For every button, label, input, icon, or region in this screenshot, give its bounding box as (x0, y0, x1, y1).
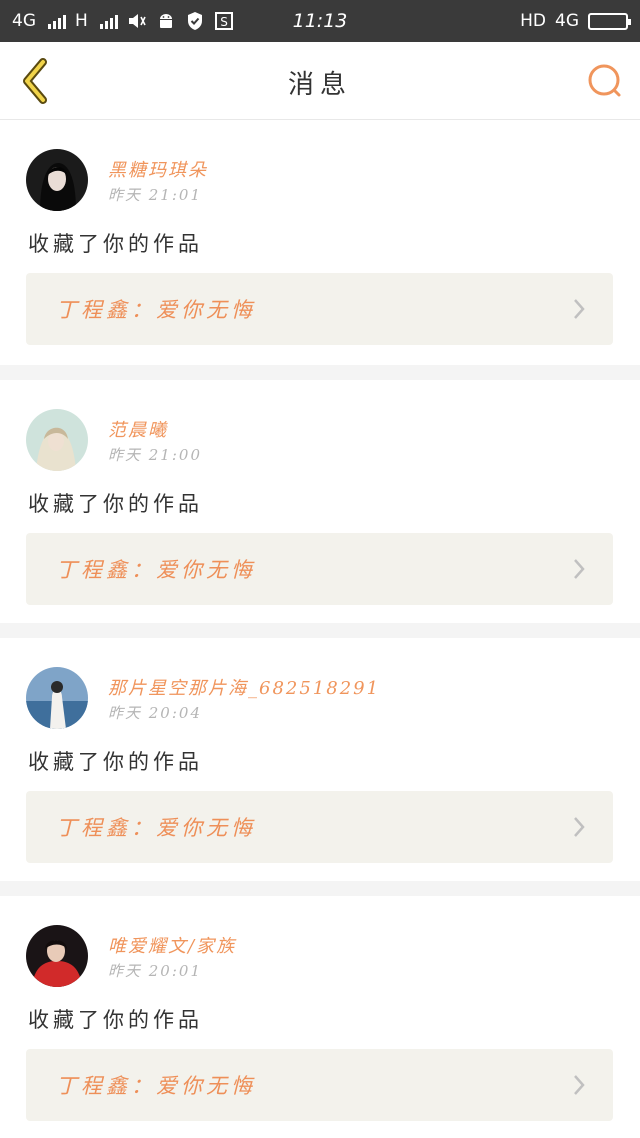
message-time: 昨天 20:04 (108, 704, 202, 722)
action-text: 收藏了你的作品 (28, 1008, 203, 1032)
battery-icon (588, 12, 631, 30)
message-time: 昨天 21:01 (108, 186, 202, 204)
status-left: 4G H S (12, 11, 234, 31)
action-text: 收藏了你的作品 (28, 750, 203, 774)
avatar[interactable] (26, 149, 88, 211)
work-link[interactable]: 丁程鑫：爱你无悔 (26, 273, 613, 345)
page-title: 消息 (287, 70, 352, 100)
action-text: 收藏了你的作品 (28, 492, 203, 516)
chevron-left-icon (23, 58, 47, 104)
android-icon (156, 11, 176, 31)
chevron-right-icon (571, 815, 587, 839)
message-time: 昨天 20:01 (108, 962, 202, 980)
avatar[interactable] (26, 667, 88, 729)
app-header: 消息 (0, 42, 640, 120)
network-4g-right-label: 4G (555, 11, 579, 31)
action-text: 收藏了你的作品 (28, 232, 203, 256)
search-icon (588, 64, 621, 97)
message-time: 昨天 21:00 (108, 446, 202, 464)
chevron-right-icon (571, 557, 587, 581)
back-button[interactable] (14, 56, 58, 106)
work-title: 丁程鑫：爱你无悔 (56, 558, 256, 582)
message-list: 黑糖玛琪朵 昨天 21:01 收藏了你的作品 丁程鑫：爱你无悔 范晨曦 昨天 2… (0, 120, 640, 1138)
message-card: 范晨曦 昨天 21:00 收藏了你的作品 丁程鑫：爱你无悔 (0, 380, 640, 623)
message-card: 唯爱耀文/家族 昨天 20:01 收藏了你的作品 丁程鑫：爱你无悔 (0, 896, 640, 1138)
message-card: 那片星空那片海_682518291 昨天 20:04 收藏了你的作品 丁程鑫：爱… (0, 638, 640, 881)
work-title: 丁程鑫：爱你无悔 (56, 298, 256, 322)
username[interactable]: 那片星空那片海_682518291 (108, 674, 380, 700)
avatar[interactable] (26, 925, 88, 987)
username[interactable]: 黑糖玛琪朵 (108, 156, 208, 182)
search-button[interactable] (584, 60, 626, 102)
status-bar: 4G H S 11:13 HD 4G (0, 0, 640, 42)
status-right: HD 4G (520, 11, 631, 31)
chevron-right-icon (571, 297, 587, 321)
signal-icon-2 (99, 13, 118, 29)
message-card: 黑糖玛琪朵 昨天 21:01 收藏了你的作品 丁程鑫：爱你无悔 (0, 120, 640, 365)
username[interactable]: 唯爱耀文/家族 (108, 932, 236, 958)
work-link[interactable]: 丁程鑫：爱你无悔 (26, 533, 613, 605)
work-title: 丁程鑫：爱你无悔 (56, 1074, 256, 1098)
avatar[interactable] (26, 409, 88, 471)
username[interactable]: 范晨曦 (108, 416, 168, 442)
mute-icon (127, 11, 147, 31)
signal-icon (48, 13, 66, 29)
svg-text:S: S (220, 15, 228, 29)
work-link[interactable]: 丁程鑫：爱你无悔 (26, 1049, 613, 1121)
s-badge-icon: S (214, 11, 234, 31)
network-h-label: H (75, 11, 88, 31)
chevron-right-icon (571, 1073, 587, 1097)
hd-label: HD (520, 11, 546, 31)
network-4g-label: 4G (12, 11, 36, 31)
shield-icon (185, 11, 205, 31)
work-title: 丁程鑫：爱你无悔 (56, 816, 256, 840)
work-link[interactable]: 丁程鑫：爱你无悔 (26, 791, 613, 863)
